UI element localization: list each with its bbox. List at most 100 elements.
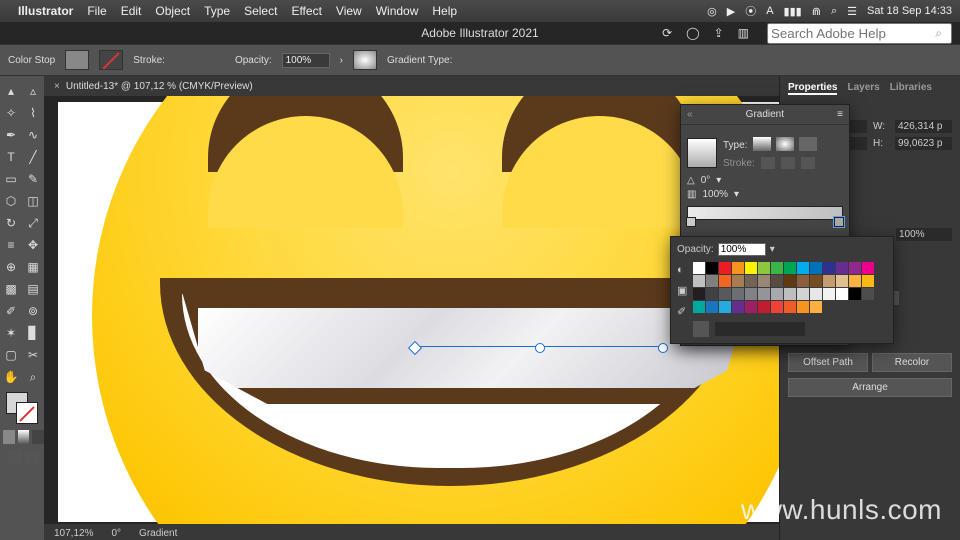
swatch-color[interactable] — [719, 288, 731, 300]
chevron-down-icon[interactable]: ▾ — [770, 244, 775, 255]
opacity-chevron-icon[interactable]: › — [340, 55, 343, 66]
gradient-tool[interactable]: ▤ — [22, 278, 44, 300]
symbol-sprayer-tool[interactable]: ✶ — [0, 322, 22, 344]
swatch-color[interactable] — [784, 301, 796, 313]
gradient-stop-1[interactable] — [686, 217, 696, 227]
swatch-color[interactable] — [784, 275, 796, 287]
gradient-swatch[interactable] — [353, 50, 377, 70]
free-transform-tool[interactable]: ✥ — [22, 234, 44, 256]
mesh-tool[interactable]: ▩ — [0, 278, 22, 300]
gradient-handle-mid[interactable] — [535, 343, 545, 353]
swatch-color[interactable] — [745, 275, 757, 287]
swatch-color[interactable] — [758, 301, 770, 313]
menu-window[interactable]: Window — [376, 4, 419, 18]
gradient-annotator[interactable] — [414, 346, 664, 348]
color-wheel-icon[interactable]: ◐ — [677, 264, 687, 276]
swatches-popover[interactable]: Opacity: ▾ ◐ ▣ ✐ — [670, 236, 894, 344]
gradient-preview[interactable] — [687, 138, 717, 168]
swatch-color[interactable] — [771, 262, 783, 274]
gradient-ratio[interactable]: 100% — [702, 189, 728, 200]
swatch-color[interactable] — [771, 275, 783, 287]
swatch-library-dropdown[interactable] — [715, 322, 805, 336]
swatch-mode-icon[interactable]: ▣ — [677, 284, 687, 297]
gradient-slider[interactable] — [687, 206, 843, 220]
shape-builder-tool[interactable]: ⊕ — [0, 256, 22, 278]
swatch-color[interactable] — [758, 275, 770, 287]
swatch-color[interactable] — [836, 288, 848, 300]
swatch-color[interactable] — [836, 275, 848, 287]
fill-swatch[interactable] — [65, 50, 89, 70]
status-zoom[interactable]: 107,12% — [54, 528, 93, 539]
swatch-color[interactable] — [849, 262, 861, 274]
eyedropper-tool[interactable]: ✐ — [0, 300, 22, 322]
hand-tool[interactable]: ✋ — [0, 366, 22, 388]
paintbrush-tool[interactable]: ✎ — [22, 168, 44, 190]
menu-object[interactable]: Object — [155, 4, 190, 18]
gradient-freeform-icon[interactable] — [799, 137, 817, 151]
swatch-color[interactable] — [849, 275, 861, 287]
selection-tool[interactable]: ▴ — [0, 80, 22, 102]
opacity-input[interactable] — [282, 53, 330, 68]
graph-tool[interactable]: ▊ — [22, 322, 44, 344]
swatch-color[interactable] — [732, 301, 744, 313]
swatch-color[interactable] — [758, 262, 770, 274]
battery-icon[interactable]: ▮▮▮ — [784, 5, 802, 18]
swatch-color[interactable] — [797, 301, 809, 313]
swatch-color[interactable] — [719, 275, 731, 287]
play-icon[interactable]: ▶ — [727, 5, 735, 18]
swatch-color[interactable] — [810, 262, 822, 274]
tab-close-icon[interactable]: × — [54, 81, 60, 92]
blend-tool[interactable]: ⊚ — [22, 300, 44, 322]
menubar-clock[interactable]: Sat 18 Sep 14:33 — [867, 5, 952, 17]
gradient-radial-icon[interactable] — [776, 137, 794, 151]
magic-wand-tool[interactable]: ✧ — [0, 102, 22, 124]
arrange-button[interactable]: Arrange — [788, 378, 952, 397]
sync-icon[interactable]: ⟳ — [662, 26, 672, 40]
status-icon[interactable]: ◎ — [707, 5, 717, 18]
tab-layers[interactable]: Layers — [847, 82, 879, 95]
current-stroke[interactable] — [16, 402, 38, 424]
stroke-swatch[interactable] — [99, 50, 123, 70]
swatch-opacity-input[interactable] — [718, 243, 766, 256]
swatch-color[interactable] — [797, 262, 809, 274]
swatch-color[interactable] — [745, 288, 757, 300]
recolor-button[interactable]: Recolor — [872, 353, 952, 372]
menu-file[interactable]: File — [87, 4, 106, 18]
direct-select-tool[interactable]: ▵ — [22, 80, 44, 102]
draw-mode[interactable] — [25, 450, 39, 464]
menu-effect[interactable]: Effect — [291, 4, 321, 18]
swatch-color[interactable] — [732, 262, 744, 274]
swatch-color[interactable] — [706, 262, 718, 274]
eraser-tool[interactable]: ◫ — [22, 190, 44, 212]
swatch-color[interactable] — [810, 288, 822, 300]
swatch-color[interactable] — [758, 288, 770, 300]
menu-help[interactable]: Help — [432, 4, 457, 18]
swatch-color[interactable] — [732, 288, 744, 300]
width-tool[interactable]: ≡ — [0, 234, 22, 256]
scale-tool[interactable]: ⤢ — [22, 212, 44, 234]
input-icon[interactable]: A — [766, 5, 773, 17]
swatch-color[interactable] — [849, 288, 861, 300]
swatch-color[interactable] — [693, 262, 705, 274]
rotate-tool[interactable]: ↻ — [0, 212, 22, 234]
user-icon[interactable]: ◯ — [686, 26, 699, 40]
swatch-color[interactable] — [823, 275, 835, 287]
swatch-color[interactable] — [823, 262, 835, 274]
fill-stroke-pair[interactable] — [0, 392, 44, 422]
swatch-color[interactable] — [706, 275, 718, 287]
slice-tool[interactable]: ✂ — [22, 344, 44, 366]
prop-h[interactable]: 99,0623 p — [895, 137, 952, 150]
swatch-color[interactable] — [810, 301, 822, 313]
swatch-color[interactable] — [693, 288, 705, 300]
swatch-color[interactable] — [862, 288, 874, 300]
prop-opacity[interactable]: 100% — [896, 228, 952, 241]
zoom-tool[interactable]: ⌕ — [22, 366, 44, 388]
shaper-tool[interactable]: ⬡ — [0, 190, 22, 212]
swatch-color[interactable] — [810, 275, 822, 287]
swatch-color[interactable] — [719, 262, 731, 274]
swatch-color[interactable] — [797, 288, 809, 300]
arrange-icon[interactable]: ▥ — [738, 26, 749, 40]
lasso-tool[interactable]: ⌇ — [22, 102, 44, 124]
offset-path-button[interactable]: Offset Path — [788, 353, 868, 372]
swatch-color[interactable] — [771, 301, 783, 313]
